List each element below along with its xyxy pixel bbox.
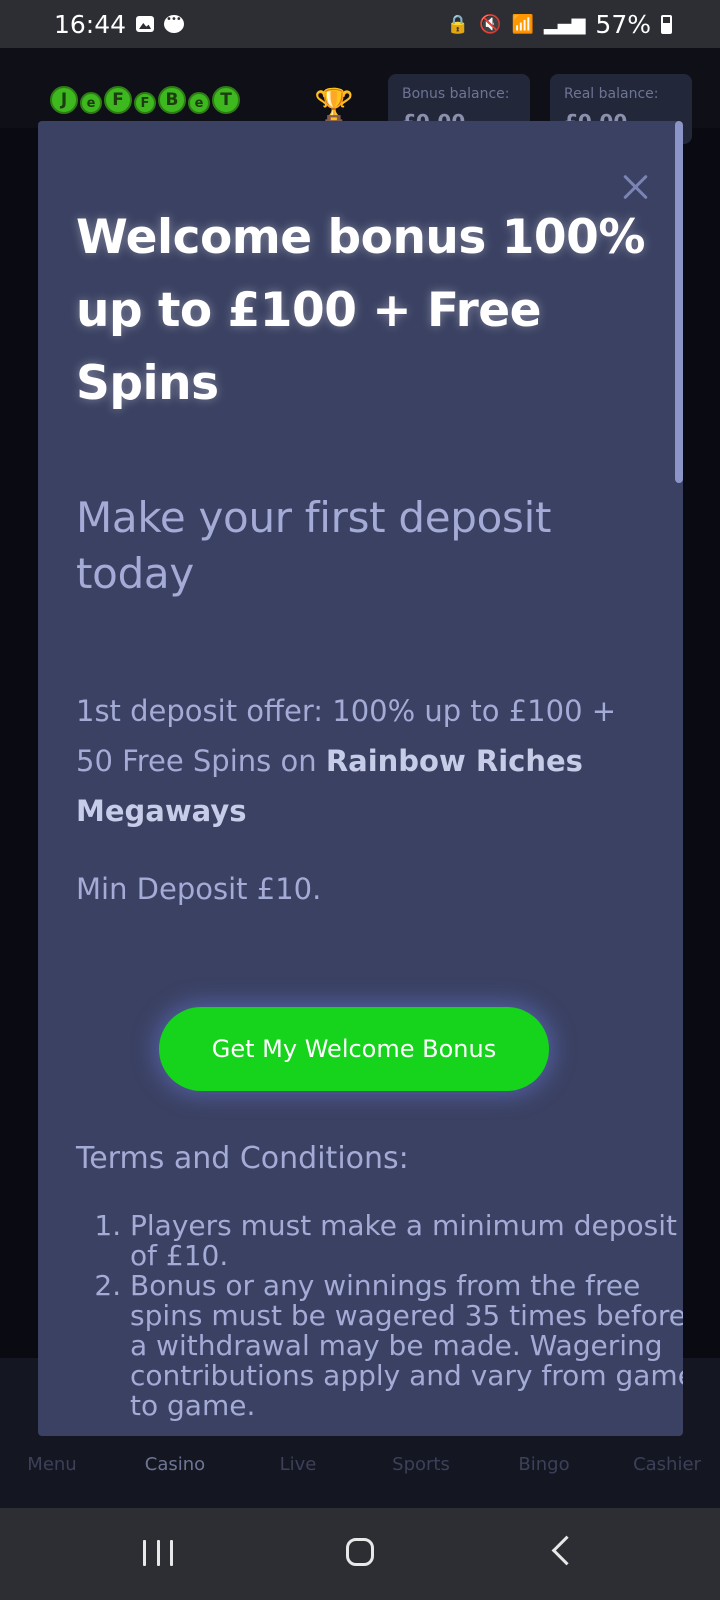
logo-letter: e bbox=[188, 92, 210, 114]
close-icon[interactable] bbox=[618, 169, 654, 205]
battery-level: 57% bbox=[595, 9, 651, 39]
nav-sports[interactable]: Sports bbox=[392, 1454, 450, 1475]
lock-icon: 🔒 bbox=[446, 13, 470, 35]
nav-bingo[interactable]: Bingo bbox=[518, 1454, 569, 1475]
logo-letter: J bbox=[50, 86, 78, 114]
nav-menu[interactable]: Menu bbox=[27, 1454, 76, 1475]
brand-logo[interactable]: J e F F B e T bbox=[50, 86, 240, 114]
logo-letter: F bbox=[104, 86, 132, 114]
modal-subheading: Make your first deposit today bbox=[76, 493, 552, 598]
battery-icon bbox=[661, 14, 672, 34]
status-left: 16:44 bbox=[54, 9, 185, 39]
real-balance-label: Real balance: bbox=[564, 86, 659, 102]
mute-icon: 🔇 bbox=[479, 13, 502, 35]
signal-icon: ▂▄▆ bbox=[543, 13, 586, 35]
status-bar: 16:44 🔒 🔇 📶 ▂▄▆ 57% bbox=[0, 0, 720, 48]
offer-text: 1st deposit offer: 100% up to £100 + 50 … bbox=[76, 686, 646, 836]
app-header: J e F F B e T 🏆 Bonus balance: £0.00 Rea… bbox=[0, 48, 720, 144]
logo-letter: e bbox=[80, 92, 102, 114]
modal-headline: Welcome bonus 100% up to £100 + Free Spi… bbox=[76, 210, 645, 411]
logo-letter: F bbox=[134, 92, 156, 114]
chat-icon bbox=[164, 14, 185, 33]
back-icon[interactable] bbox=[551, 1535, 582, 1566]
terms-item: Players must make a minimum deposit of £… bbox=[130, 1211, 683, 1271]
nav-casino[interactable]: Casino bbox=[145, 1454, 205, 1475]
logo-letter: T bbox=[212, 86, 240, 114]
status-time: 16:44 bbox=[54, 9, 127, 39]
nav-cashier[interactable]: Cashier bbox=[633, 1454, 701, 1475]
min-deposit-text: Min Deposit £10. bbox=[76, 872, 322, 906]
nav-live[interactable]: Live bbox=[280, 1454, 317, 1475]
logo-letter: B bbox=[158, 86, 186, 114]
recent-apps-icon[interactable] bbox=[143, 1540, 173, 1566]
terms-item: Bonus or any winnings from the free spin… bbox=[130, 1271, 683, 1421]
terms-title: Terms and Conditions: bbox=[76, 1141, 409, 1176]
status-right: 🔒 🔇 📶 ▂▄▆ 57% bbox=[447, 10, 672, 39]
gallery-icon bbox=[136, 16, 155, 32]
home-icon[interactable] bbox=[346, 1538, 374, 1566]
modal-content: Welcome bonus 100% up to £100 + Free Spi… bbox=[76, 201, 646, 914]
terms-list: Players must make a minimum deposit of £… bbox=[76, 1211, 683, 1421]
welcome-bonus-modal: Welcome bonus 100% up to £100 + Free Spi… bbox=[38, 121, 683, 1436]
get-welcome-bonus-button[interactable]: Get My Welcome Bonus bbox=[159, 1007, 549, 1091]
wifi-icon: 📶 bbox=[511, 13, 534, 35]
android-nav-bar bbox=[0, 1508, 720, 1600]
bonus-balance-label: Bonus balance: bbox=[402, 86, 510, 102]
trophy-icon[interactable]: 🏆 bbox=[314, 88, 354, 122]
modal-scrollbar[interactable] bbox=[675, 121, 683, 483]
